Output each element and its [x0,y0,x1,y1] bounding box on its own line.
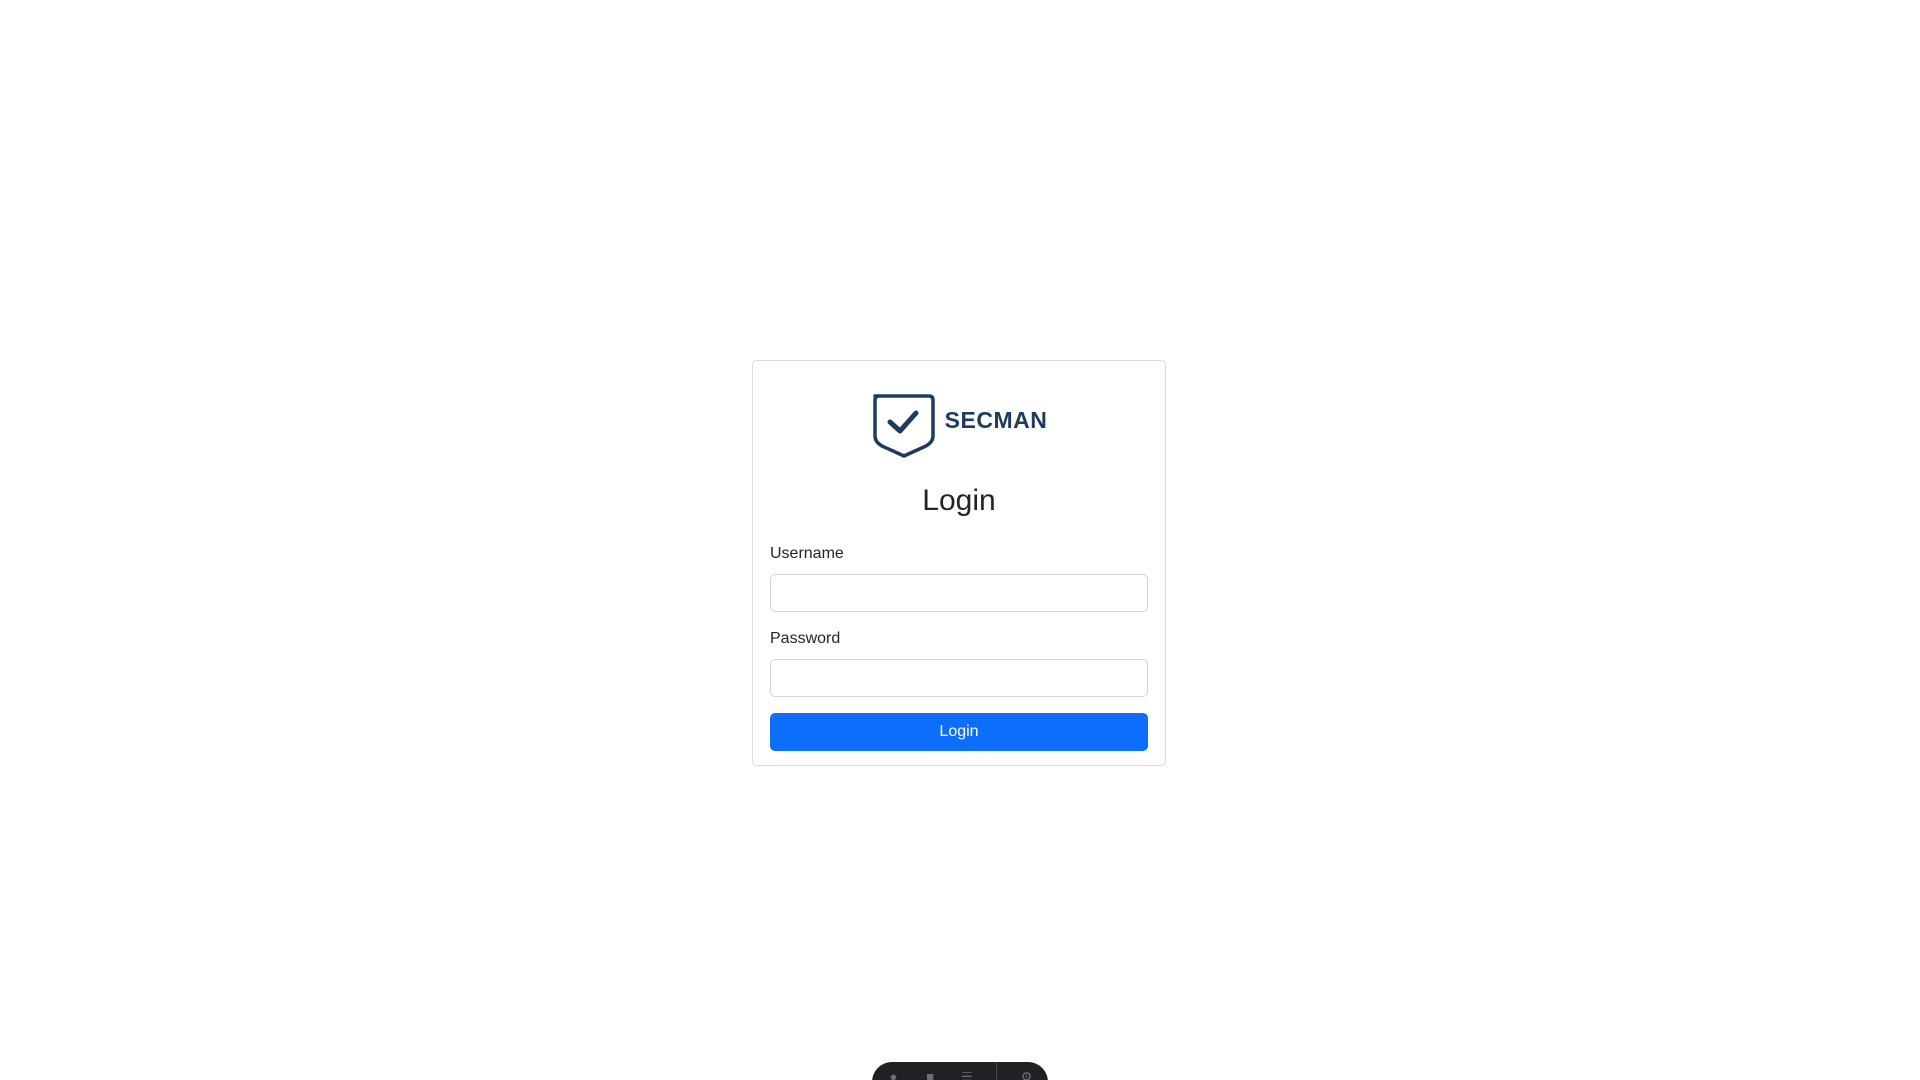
login-card: SECMAN Login Username Password Login [752,360,1166,766]
menu-icon[interactable]: ☰ [960,1072,975,1080]
camera-icon[interactable]: ■ [923,1072,938,1080]
floating-toolbar: ● ■ ☰ ⚙ [872,1062,1048,1080]
password-label: Password [770,630,841,647]
microphone-icon[interactable]: ● [886,1072,901,1080]
brand-name: SECMAN [944,406,1048,433]
username-input[interactable] [770,574,1148,612]
shield-check-icon [872,394,935,458]
password-input[interactable] [770,659,1148,697]
toolbar-divider [996,1062,998,1080]
settings-icon[interactable]: ⚙ [1019,1072,1034,1080]
brand-logo: SECMAN [770,392,1148,458]
page-title: Login [922,484,996,517]
login-button[interactable]: Login [770,713,1148,751]
login-page: SECMAN Login Username Password Login ● ■… [0,0,1920,1080]
username-label: Username [770,545,844,562]
